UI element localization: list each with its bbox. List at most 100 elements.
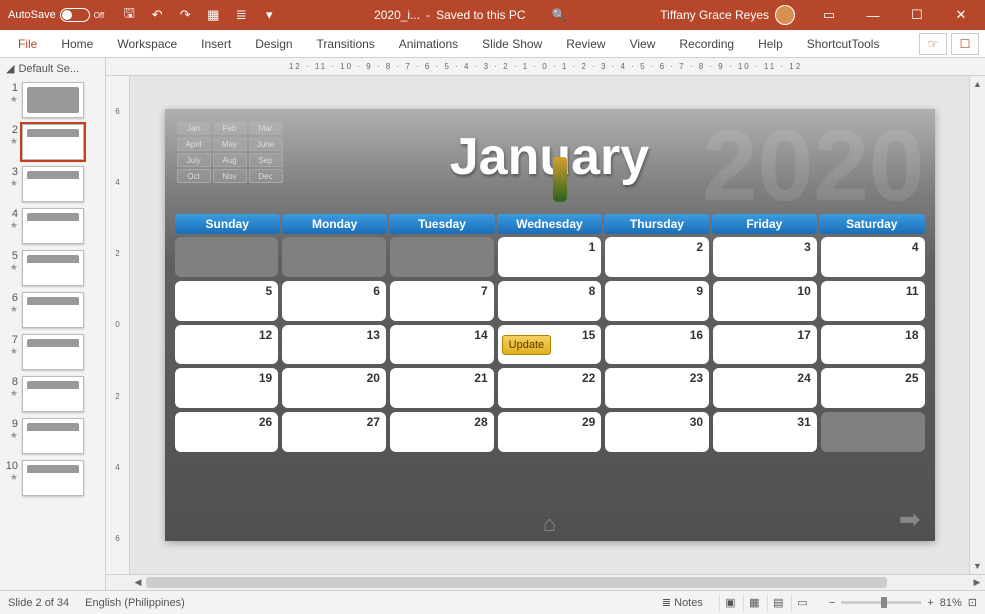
zoom-out-icon[interactable]: − — [829, 597, 835, 609]
slide-thumb-7[interactable]: 7★ — [0, 331, 105, 373]
redo-icon[interactable]: ↷ — [174, 4, 196, 26]
home-icon[interactable]: ⌂ — [543, 511, 556, 537]
calendar-cell[interactable]: 15Update — [498, 325, 602, 365]
calendar-cell[interactable]: 1 — [498, 237, 602, 277]
language-button[interactable]: English (Philippines) — [85, 597, 185, 609]
vertical-scrollbar[interactable]: ▲ ▼ — [969, 76, 985, 574]
slide-thumb-2[interactable]: 2★ — [0, 121, 105, 163]
ribbon-display-icon[interactable]: ▭ — [809, 0, 849, 30]
more-icon[interactable]: ▾ — [258, 4, 280, 26]
slide-thumb-3[interactable]: 3★ — [0, 163, 105, 205]
calendar-cell[interactable]: 16 — [605, 325, 709, 365]
zoom-in-icon[interactable]: + — [927, 597, 933, 609]
undo-icon[interactable]: ↶ — [146, 4, 168, 26]
account-button[interactable]: Tiffany Grace Reyes — [660, 5, 795, 25]
calendar-cell[interactable]: 3 — [713, 237, 817, 277]
tab-slideshow[interactable]: Slide Show — [470, 30, 554, 58]
calendar-cell[interactable]: 6 — [282, 281, 386, 321]
tab-view[interactable]: View — [618, 30, 668, 58]
calendar-cell[interactable]: 10 — [713, 281, 817, 321]
tab-workspace[interactable]: Workspace — [105, 30, 189, 58]
user-name: Tiffany Grace Reyes — [660, 8, 769, 22]
calendar-cell-empty[interactable] — [390, 237, 494, 277]
horizontal-scrollbar[interactable]: ◀ ▶ — [106, 574, 985, 590]
minimize-icon[interactable]: — — [853, 0, 893, 30]
calendar-cell-empty[interactable] — [282, 237, 386, 277]
list-icon[interactable]: ≣ — [230, 4, 252, 26]
tab-help[interactable]: Help — [746, 30, 795, 58]
calendar-cell[interactable]: 29 — [498, 412, 602, 452]
sorter-view-icon[interactable]: ▦ — [743, 594, 765, 612]
calendar-cell[interactable]: 26 — [175, 412, 279, 452]
zoom-slider[interactable] — [841, 601, 921, 604]
calendar-cell[interactable]: 8 — [498, 281, 602, 321]
section-header[interactable]: ◢ Default Se... — [0, 58, 105, 79]
zoom-level[interactable]: 81% — [940, 597, 962, 609]
close-icon[interactable]: ✕ — [941, 0, 981, 30]
calendar-cell[interactable]: 24 — [713, 368, 817, 408]
share-button[interactable]: ☞ — [919, 33, 947, 55]
start-slideshow-icon[interactable]: ▦ — [202, 4, 224, 26]
calendar-cell[interactable]: 22 — [498, 368, 602, 408]
scroll-thumb[interactable] — [146, 577, 887, 588]
scroll-track[interactable] — [970, 92, 985, 558]
calendar-cell[interactable]: 2 — [605, 237, 709, 277]
maximize-icon[interactable]: ☐ — [897, 0, 937, 30]
notes-button[interactable]: ≣ Notes — [662, 596, 703, 609]
calendar-cell[interactable]: 14 — [390, 325, 494, 365]
calendar-cell[interactable]: 13 — [282, 325, 386, 365]
calendar-cell[interactable]: 12 — [175, 325, 279, 365]
calendar-cell[interactable]: 27 — [282, 412, 386, 452]
autosave-toggle[interactable]: AutoSave Off — [8, 8, 104, 22]
calendar-cell[interactable]: 23 — [605, 368, 709, 408]
tab-animations[interactable]: Animations — [387, 30, 470, 58]
tab-insert[interactable]: Insert — [189, 30, 243, 58]
tab-recording[interactable]: Recording — [667, 30, 746, 58]
tab-review[interactable]: Review — [554, 30, 617, 58]
comments-button[interactable]: ☐ — [951, 33, 979, 55]
slide-canvas[interactable]: 2020 JanFebMarAprilMayJuneJulyAugSepOctN… — [130, 76, 969, 574]
slide-thumb-4[interactable]: 4★ — [0, 205, 105, 247]
calendar-cell[interactable]: 25 — [821, 368, 925, 408]
calendar-cell[interactable]: 11 — [821, 281, 925, 321]
save-icon[interactable]: 🖫 — [118, 4, 140, 26]
calendar-cell[interactable]: 20 — [282, 368, 386, 408]
slide-thumb-1[interactable]: 1★ — [0, 79, 105, 121]
calendar-cell[interactable]: 31 — [713, 412, 817, 452]
search-icon[interactable]: 🔍 — [552, 8, 567, 22]
scroll-track-h[interactable] — [146, 575, 969, 590]
slide-thumb-6[interactable]: 6★ — [0, 289, 105, 331]
tab-home[interactable]: Home — [49, 30, 105, 58]
slide-thumb-9[interactable]: 9★ — [0, 415, 105, 457]
calendar-cell[interactable]: 28 — [390, 412, 494, 452]
fit-window-icon[interactable]: ⊡ — [968, 596, 977, 609]
slide-thumb-8[interactable]: 8★ — [0, 373, 105, 415]
calendar-cell[interactable]: 4 — [821, 237, 925, 277]
calendar-cell[interactable]: 9 — [605, 281, 709, 321]
slideshow-view-icon[interactable]: ▭ — [791, 594, 813, 612]
scroll-down-icon[interactable]: ▼ — [970, 558, 985, 574]
scroll-up-icon[interactable]: ▲ — [970, 76, 985, 92]
calendar-cell[interactable]: 18 — [821, 325, 925, 365]
reading-view-icon[interactable]: ▤ — [767, 594, 789, 612]
calendar-cell[interactable]: 19 — [175, 368, 279, 408]
tab-design[interactable]: Design — [243, 30, 304, 58]
calendar-cell[interactable]: 30 — [605, 412, 709, 452]
scroll-right-icon[interactable]: ▶ — [969, 575, 985, 590]
tab-shortcuttools[interactable]: ShortcutTools — [795, 30, 892, 58]
calendar-cell[interactable]: 21 — [390, 368, 494, 408]
calendar-cell[interactable]: 5 — [175, 281, 279, 321]
calendar-cell[interactable]: 7 — [390, 281, 494, 321]
slide-counter[interactable]: Slide 2 of 34 — [8, 597, 69, 609]
slide-thumb-5[interactable]: 5★ — [0, 247, 105, 289]
update-tag[interactable]: Update — [502, 335, 551, 355]
tab-transitions[interactable]: Transitions — [305, 30, 387, 58]
normal-view-icon[interactable]: ▣ — [719, 594, 741, 612]
tab-file[interactable]: File — [6, 30, 49, 58]
next-arrow-icon[interactable]: ➡ — [899, 504, 921, 535]
slide-thumb-10[interactable]: 10★ — [0, 457, 105, 499]
calendar-cell[interactable]: 17 — [713, 325, 817, 365]
scroll-left-icon[interactable]: ◀ — [130, 575, 146, 590]
calendar-cell-empty[interactable] — [175, 237, 279, 277]
calendar-cell-empty[interactable] — [821, 412, 925, 452]
